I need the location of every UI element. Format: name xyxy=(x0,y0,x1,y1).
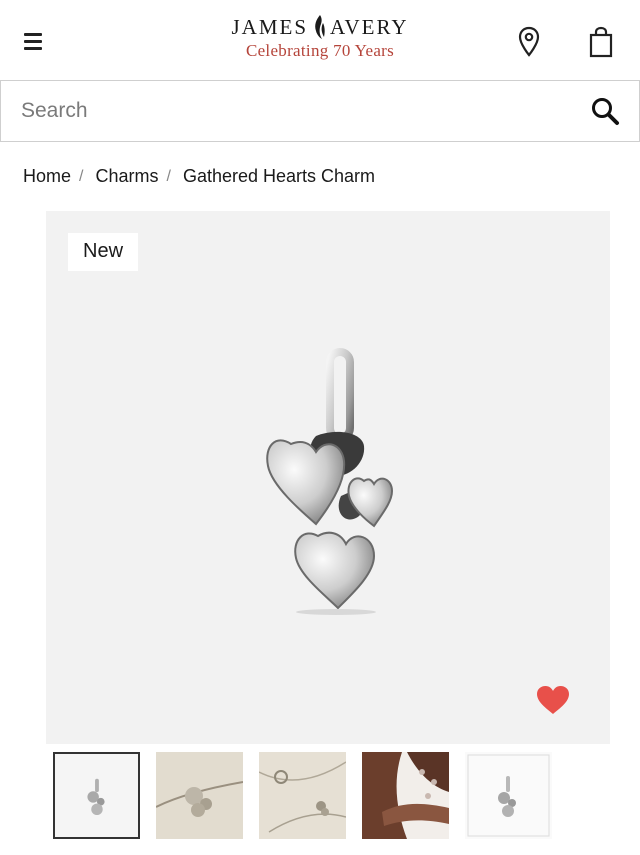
brand-logo[interactable]: JAMES AVERY Celebrating 70 Years xyxy=(200,14,440,61)
bracelet-thumbnail-image xyxy=(259,752,346,839)
breadcrumb-current: Gathered Hearts Charm xyxy=(182,166,376,186)
brand-wordmark: JAMES AVERY xyxy=(200,14,440,40)
brand-tagline: Celebrating 70 Years xyxy=(245,41,395,60)
brand-name-left: JAMES xyxy=(231,14,309,39)
necklace-thumbnail-image xyxy=(156,752,243,839)
wishlist-heart-icon[interactable] xyxy=(536,685,570,715)
thumb-charm-front[interactable] xyxy=(53,752,140,839)
search-input[interactable] xyxy=(21,93,561,129)
model-thumbnail-image xyxy=(362,752,449,839)
breadcrumb: Home / Charms / Gathered Hearts Charm xyxy=(23,166,375,187)
breadcrumb-home[interactable]: Home xyxy=(23,166,71,187)
location-pin-icon[interactable] xyxy=(517,26,541,58)
breadcrumb-separator: / xyxy=(166,167,171,185)
sketch-thumbnail-image xyxy=(465,752,552,839)
breadcrumb-charms[interactable]: Charms xyxy=(95,166,158,187)
thumb-charm-sketch[interactable] xyxy=(465,752,552,839)
search-bar xyxy=(0,80,640,142)
breadcrumb-separator: / xyxy=(79,167,84,185)
product-main-image[interactable]: New xyxy=(46,211,610,744)
thumb-model-wrist[interactable] xyxy=(362,752,449,839)
thumbnail-strip xyxy=(53,752,552,839)
thumb-charm-necklace-closeup[interactable] xyxy=(156,752,243,839)
search-icon[interactable] xyxy=(590,96,620,126)
new-badge: New xyxy=(68,233,139,271)
thumb-charm-bracelet[interactable] xyxy=(259,752,346,839)
charm-image xyxy=(266,348,394,615)
charm-thumbnail-image xyxy=(55,754,138,837)
site-header: JAMES AVERY Celebrating 70 Years xyxy=(0,0,640,80)
flame-icon xyxy=(315,15,325,39)
brand-name-right: AVERY xyxy=(330,14,409,39)
hamburger-menu-icon[interactable] xyxy=(24,33,46,53)
shopping-bag-icon[interactable] xyxy=(588,26,614,58)
